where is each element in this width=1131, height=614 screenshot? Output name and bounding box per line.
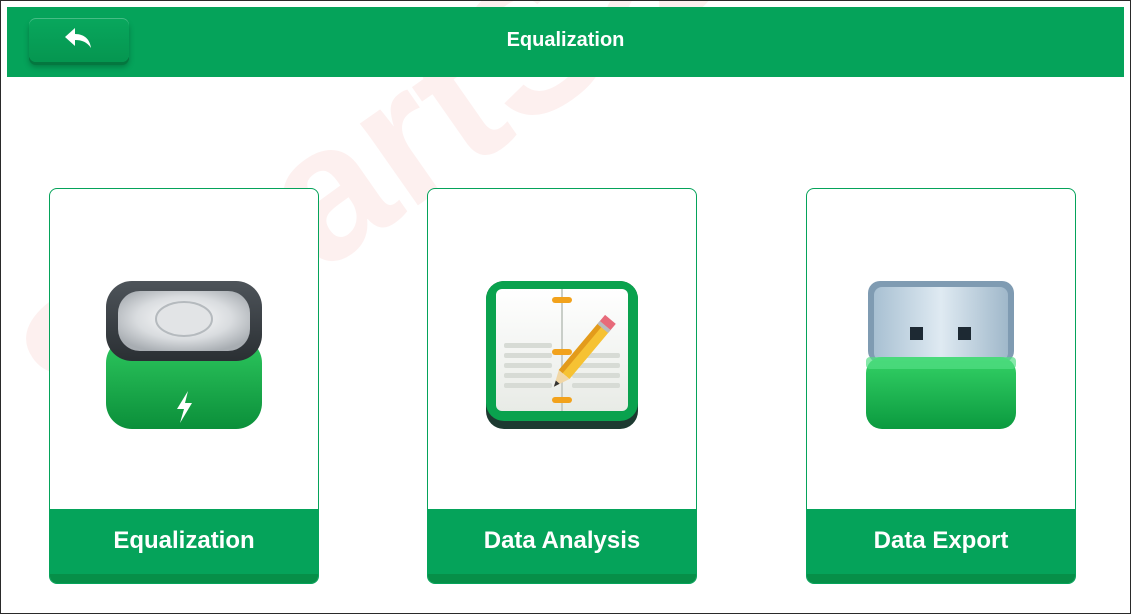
data-export-card[interactable]: Data Export — [806, 188, 1076, 584]
equalization-card[interactable]: Equalization — [49, 188, 319, 584]
top-bar: Equalization — [7, 7, 1124, 77]
notebook-pencil-icon — [486, 281, 638, 429]
data-export-label-bar: Data Export — [807, 509, 1075, 583]
app-screen: SmartSafe Equalization — [0, 0, 1131, 614]
page-title: Equalization — [506, 29, 625, 51]
data-export-label: Data Export — [873, 527, 1009, 554]
data-analysis-label: Data Analysis — [483, 527, 641, 554]
usb-drive-icon — [866, 281, 1016, 429]
data-analysis-card[interactable]: Data Analysis — [427, 188, 697, 584]
equalization-label: Equalization — [113, 527, 255, 554]
battery-icon — [106, 281, 262, 429]
data-analysis-label-bar: Data Analysis — [428, 509, 696, 583]
equalization-label-bar: Equalization — [50, 509, 318, 583]
